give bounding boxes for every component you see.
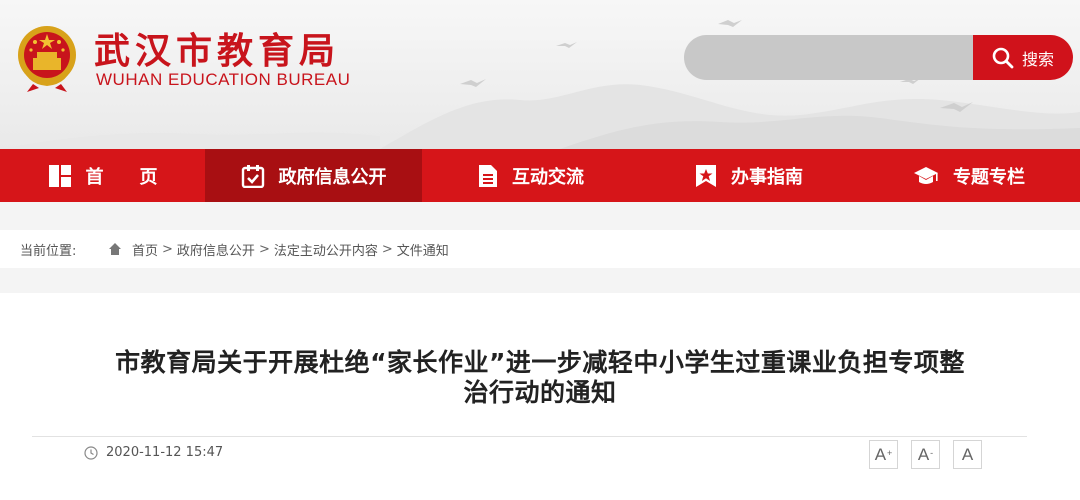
- publish-date-text: 2020-11-12 15:47: [106, 445, 224, 460]
- publish-date: 2020-11-12 15:47: [84, 445, 223, 460]
- nav-item-label: 首 页: [85, 166, 158, 188]
- nav-item-gov-info[interactable]: 政府信息公开: [205, 149, 422, 202]
- article-title-line2: 治行动的通知: [463, 378, 617, 407]
- nav-item-label: 政府信息公开: [278, 166, 387, 188]
- search-button-label: 搜索: [1021, 49, 1054, 69]
- nav-item-label: 办事指南: [731, 166, 803, 188]
- breadcrumb-home[interactable]: 首页: [132, 240, 158, 259]
- font-size-increase-button[interactable]: A +: [869, 440, 898, 469]
- article-panel: 市教育局关于开展杜绝“家长作业”进一步减轻中小学生过重课业负担专项整 治行动的通…: [0, 293, 1080, 500]
- national-emblem-icon: [18, 26, 76, 92]
- font-size-increase-label: A: [874, 444, 887, 464]
- nav-item-label: 互动交流: [512, 166, 584, 188]
- main-nav: 首 页 政府信息公开 互动交流 办事指南 专题专栏: [0, 149, 1080, 202]
- graduation-cap-icon: [913, 165, 939, 187]
- font-size-reset-label: A: [961, 444, 974, 464]
- article-title: 市教育局关于开展杜绝“家长作业”进一步减轻中小学生过重课业负担专项整 治行动的通…: [30, 348, 1050, 408]
- breadcrumb-legal-disclosure[interactable]: 法定主动公开内容: [274, 240, 378, 259]
- breadcrumb-label: 当前位置:: [20, 243, 77, 259]
- nav-item-label: 专题专栏: [953, 166, 1025, 188]
- site-title-en: WUHAN EDUCATION BUREAU: [96, 70, 351, 89]
- document-icon: [478, 164, 498, 188]
- bookmark-star-icon: [695, 164, 717, 188]
- article-title-line1: 市教育局关于开展杜绝“家长作业”进一步减轻中小学生过重课业负担专项整: [115, 348, 965, 377]
- nav-item-service-guide[interactable]: 办事指南: [640, 149, 858, 202]
- divider: [32, 436, 1027, 437]
- search-icon: [992, 47, 1014, 68]
- home-icon[interactable]: [108, 242, 122, 256]
- breadcrumb-separator: >: [162, 241, 173, 257]
- nav-item-interaction[interactable]: 互动交流: [422, 149, 640, 202]
- font-size-decrease-label: A: [917, 444, 930, 464]
- plus-sign: +: [887, 447, 893, 458]
- breadcrumb-gov-info[interactable]: 政府信息公开: [177, 240, 255, 259]
- breadcrumb-separator: >: [258, 241, 270, 257]
- breadcrumb-separator: >: [381, 241, 393, 257]
- font-size-reset-button[interactable]: A: [953, 440, 982, 469]
- nav-item-special-topics[interactable]: 专题专栏: [858, 149, 1080, 202]
- font-size-decrease-button[interactable]: A-: [911, 440, 940, 469]
- nav-item-home[interactable]: 首 页: [0, 149, 205, 202]
- search-input[interactable]: [684, 35, 974, 80]
- calendar-check-icon: [241, 164, 265, 188]
- site-title-cn: 武汉市教育局: [94, 31, 341, 72]
- breadcrumb: 当前位置: 首页 > 政府信息公开 > 法定主动公开内容 > 文件通知: [0, 230, 1080, 268]
- clock-icon: [84, 445, 98, 460]
- site-header: 武汉市教育局 WUHAN EDUCATION BUREAU 搜索: [0, 0, 1080, 149]
- grid-icon: [48, 164, 72, 188]
- minus-sign: -: [930, 447, 934, 458]
- breadcrumb-notices[interactable]: 文件通知: [397, 240, 449, 259]
- search-button[interactable]: 搜索: [973, 35, 1073, 80]
